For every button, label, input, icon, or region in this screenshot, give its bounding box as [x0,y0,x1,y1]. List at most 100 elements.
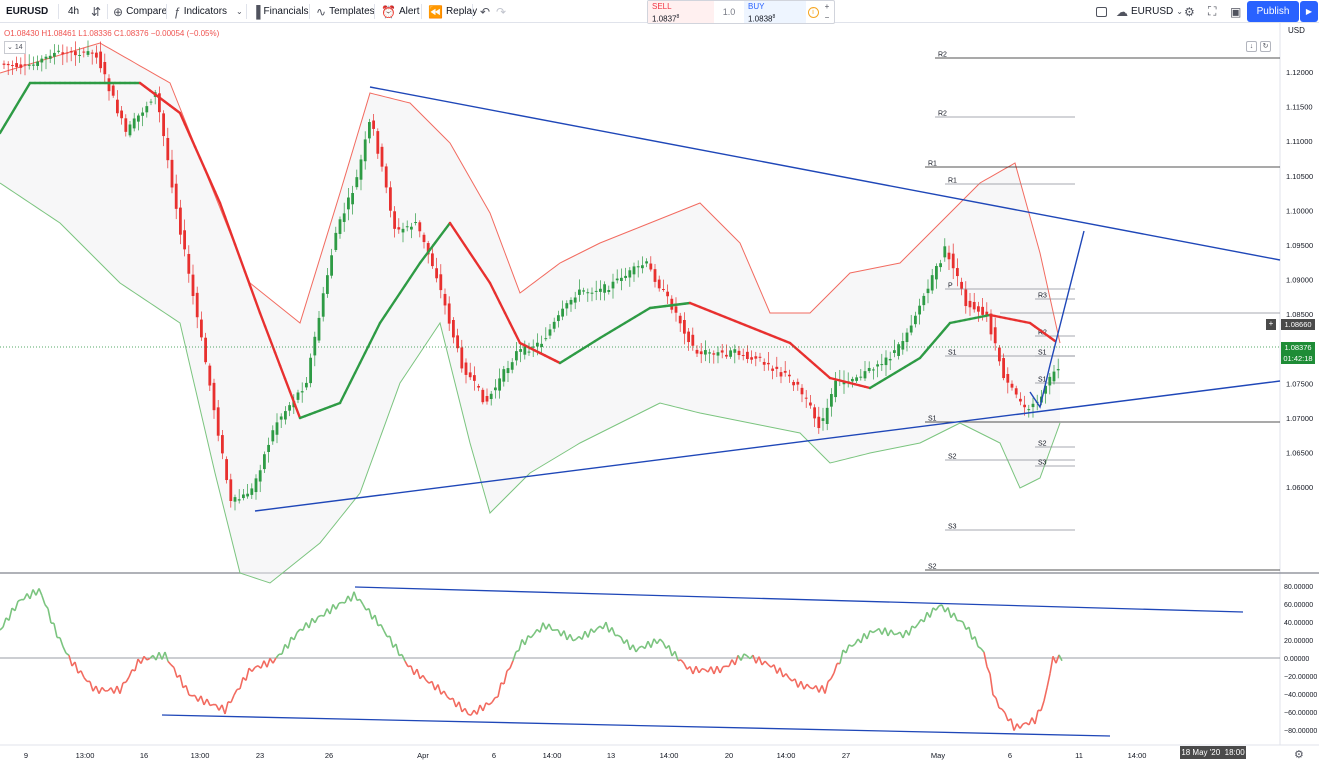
candle-body [342,213,346,222]
trade-expand-button[interactable]: + − [820,1,834,23]
candle-body [32,64,35,66]
osc-segment [515,649,520,653]
osc-segment [74,661,79,674]
candle-body [27,64,31,66]
candle-body [393,211,396,229]
layout-button[interactable] [1096,0,1107,23]
candle-body [914,315,917,325]
sell-button[interactable]: SELL 1.08378 [648,1,714,24]
buy-button[interactable]: BUY 1.08388 [744,1,806,24]
undo-button[interactable]: ↶ [480,0,490,23]
candle-body [783,370,787,373]
osc-segment [125,676,130,683]
chart-type-button[interactable]: ⇵ [91,0,101,23]
redo-button[interactable]: ↷ [496,0,506,23]
candle-body [107,78,111,92]
osc-segment [464,707,469,715]
oscillator-axis[interactable]: 80.00000 60.00000 40.00000 20.00000 0.00000 −… [1284,584,1317,735]
osc-segment [488,701,493,706]
candle-body [691,334,695,346]
osc-segment [209,703,214,707]
chevron-down-icon: ⌄ [236,7,243,16]
compare-button[interactable]: ⊕ Compare [113,0,167,23]
alert-button[interactable]: ⏰ Alert [381,0,420,23]
pivot-label: S2 [928,564,937,571]
candle-body [296,392,300,400]
osc-segment [788,677,793,682]
settings-button[interactable]: ⚙ [1184,0,1195,23]
publish-button[interactable]: Publish [1247,1,1299,22]
pivot-label: R1 [948,178,957,185]
indicators-button[interactable]: ƒ Indicators ⌄ [174,0,243,23]
osc-upper-trendline[interactable] [354,586,1244,613]
candle-body [922,295,926,306]
chart-canvas[interactable]: R2R2R1R1PR3R2S1S1S1S1S2S2S3S3S2 1.120001… [0,23,1319,763]
candle-body [208,365,212,386]
pivot-label: S1 [1038,350,1047,357]
candle-body [405,226,409,228]
templates-button[interactable]: ∿ Templates [316,0,375,23]
scroll-down-icon[interactable]: ↓ [1246,41,1257,52]
candle-body [897,344,900,356]
osc-segment [974,636,979,647]
reset-scale-icon[interactable]: ↻ [1260,41,1271,52]
candle-body [380,146,384,167]
osc-lower-trendline[interactable] [161,714,1111,737]
osc-segment [947,607,952,618]
interval-button[interactable]: 4h [68,0,79,23]
osc-segment [275,653,280,659]
time-axis[interactable]: 9 13:00 16 13:00 23 26 Apr 6 14:00 13 14:00 20 14:00… [24,751,1146,760]
snapshot-button[interactable]: ▣ [1230,0,1241,23]
osc-segment [518,639,523,651]
candle-body [804,397,808,399]
osc-segment [2,617,7,628]
candle-body [1048,376,1052,386]
play-icon: ▶ [1305,7,1313,16]
candle-body [103,61,107,75]
candle-body [519,349,522,352]
osc-segment [830,672,835,680]
osc-segment [404,660,409,667]
candle-body [813,407,816,419]
candle-body [334,232,338,251]
resistance-trendline[interactable] [369,86,1281,261]
price-tick-label: 1.07500 [1286,379,1313,388]
candle-body [498,378,501,391]
play-button[interactable]: ▶ [1300,1,1318,22]
candle-body [876,364,879,367]
candle-body [237,499,241,501]
gear-icon[interactable]: ⚙ [1294,748,1304,761]
osc-segment [146,657,151,661]
osc-segment [0,626,4,631]
replay-button[interactable]: ⏪ Replay [428,0,477,23]
candle-body [355,177,359,188]
pivot-label: R2 [938,52,947,59]
indicator-legend[interactable]: ⌄ 14 [4,41,26,54]
osc-tick-label: −60.00000 [1284,710,1317,717]
indicators-icon: ƒ [174,4,181,19]
osc-segment [1001,708,1006,714]
osc-segment [389,636,394,648]
redo-icon: ↷ [496,4,507,19]
candle-body [720,350,724,353]
alert-label: Alert [398,6,420,17]
osc-segment [485,702,490,706]
osc-segment [17,598,22,602]
candle-body [166,137,170,161]
candle-body [447,303,451,324]
candle-body [851,378,854,382]
alert-marker-icon[interactable]: + [1266,319,1276,330]
candle-body [418,222,422,232]
info-button[interactable]: i [806,1,820,23]
osc-segment [953,612,958,621]
candle-body [582,290,585,292]
symbol-search[interactable]: EURUSD [6,0,48,23]
candle-body [620,277,623,282]
pivot-label: P [948,283,953,290]
financials-button[interactable]: ▐ Financials [252,0,309,23]
price-axis[interactable]: 1.12000 1.11500 1.11000 1.10500 1.10000 1.095… [1286,68,1313,492]
fullscreen-button[interactable]: ⛶ [1208,0,1216,23]
osc-segment [911,625,916,629]
candle-body [930,275,934,291]
watchlist-symbol[interactable]: ☁ EURUSD ⌄ [1116,0,1183,23]
